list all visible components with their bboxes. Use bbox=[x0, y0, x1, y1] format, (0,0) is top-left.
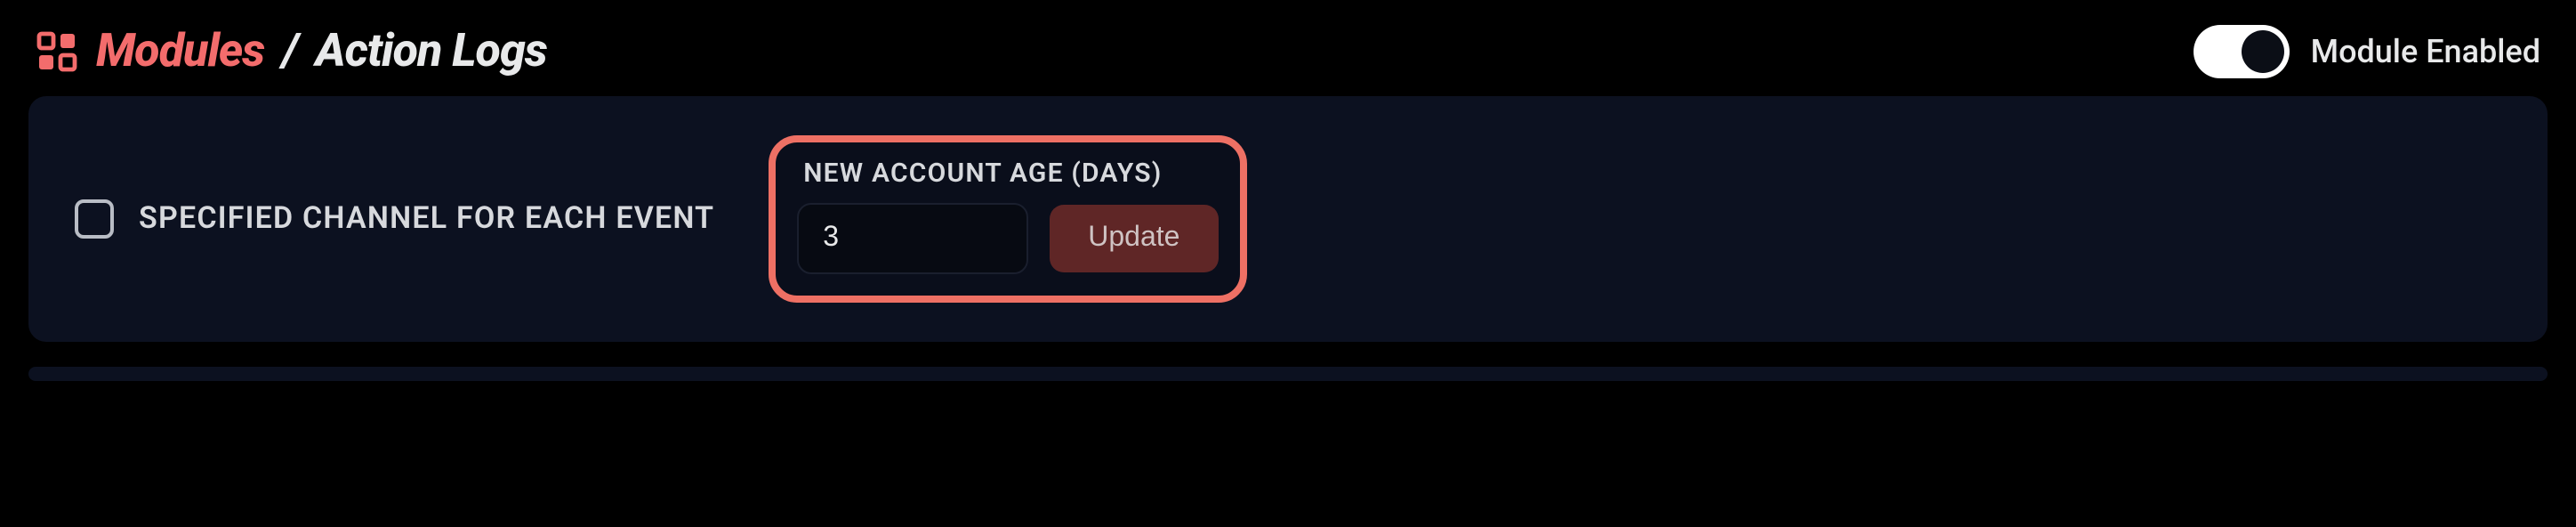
account-age-input[interactable] bbox=[796, 203, 1027, 274]
module-toggle-wrap: Module Enabled bbox=[2194, 25, 2540, 78]
settings-card: SPECIFIED CHANNEL FOR EACH EVENT NEW ACC… bbox=[28, 96, 2548, 342]
account-age-label: NEW ACCOUNT AGE (DAYS) bbox=[796, 157, 1219, 189]
breadcrumb-current: Action Logs bbox=[315, 25, 546, 78]
modules-icon bbox=[36, 30, 78, 73]
specified-channel-group: SPECIFIED CHANNEL FOR EACH EVENT bbox=[75, 199, 714, 239]
breadcrumb-root[interactable]: Modules bbox=[96, 25, 264, 78]
account-age-highlight: NEW ACCOUNT AGE (DAYS) Update bbox=[768, 135, 1247, 303]
account-age-row: Update bbox=[796, 203, 1219, 274]
module-enabled-toggle[interactable] bbox=[2194, 25, 2290, 78]
next-card-peek bbox=[28, 367, 2548, 381]
breadcrumb: Modules / Action Logs bbox=[36, 25, 547, 78]
breadcrumb-separator: / bbox=[282, 25, 297, 78]
toggle-knob bbox=[2242, 30, 2284, 73]
update-button[interactable]: Update bbox=[1049, 205, 1219, 272]
module-enabled-label: Module Enabled bbox=[2311, 33, 2540, 70]
specified-channel-label: SPECIFIED CHANNEL FOR EACH EVENT bbox=[139, 201, 714, 237]
specified-channel-checkbox[interactable] bbox=[75, 199, 114, 239]
header-row: Modules / Action Logs Module Enabled bbox=[28, 0, 2548, 96]
